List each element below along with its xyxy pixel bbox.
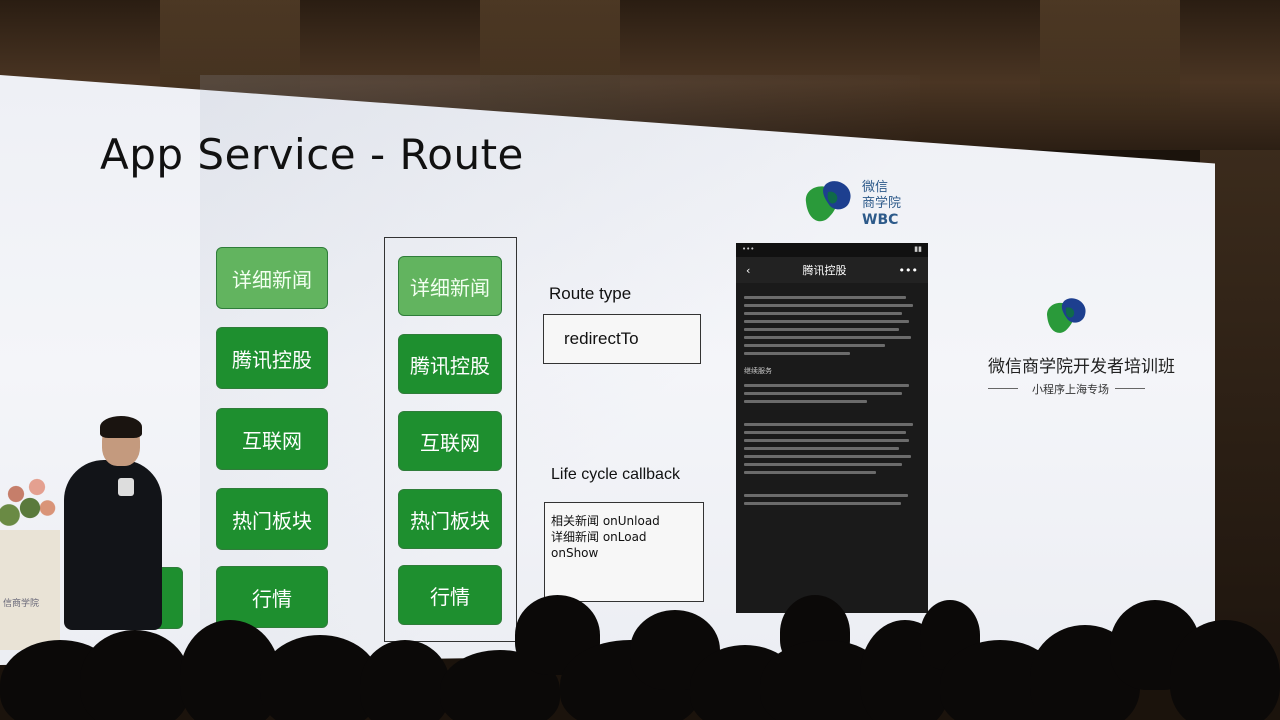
audience — [0, 595, 1280, 720]
route-type-box: redirectTo — [543, 314, 701, 364]
training-title: 微信商学院开发者培训班 — [988, 357, 1175, 377]
training-subtitle: 小程序上海专场 — [1032, 383, 1109, 396]
phone-nav-title: 腾讯控股 — [802, 264, 847, 277]
lifecycle-line: 相关新闻 onUnload — [551, 514, 660, 528]
stack-item-hot-sectors: 热门板块 — [398, 489, 502, 549]
wall-panel — [1040, 0, 1180, 120]
more-icon: ••• — [898, 263, 918, 277]
slide-title: App Service - Route — [100, 130, 524, 179]
left-item-hot-sectors: 热门板块 — [216, 488, 328, 550]
left-item-internet: 互联网 — [216, 408, 328, 470]
lifecycle-label: Life cycle callback — [551, 466, 680, 483]
training-logo-icon — [1047, 298, 1086, 333]
divider — [988, 388, 1018, 389]
logo-line-3: WBC — [862, 212, 899, 228]
left-item-tencent: 腾讯控股 — [216, 327, 328, 389]
divider — [1115, 388, 1145, 389]
speaker-hair — [100, 416, 142, 438]
phone-section-heading: 继续服务 — [744, 367, 772, 375]
route-type-label: Route type — [549, 284, 632, 303]
logo-line-1: 微信 — [862, 180, 889, 195]
flower-arrangement — [0, 466, 65, 536]
logo-line-2: 商学院 — [862, 196, 902, 211]
microphone-icon — [118, 478, 134, 496]
stack-item-detail-news: 详细新闻 — [398, 256, 502, 316]
wbc-logo-icon — [805, 181, 851, 222]
stack-item-tencent: 腾讯控股 — [398, 334, 502, 394]
lifecycle-line: 详细新闻 onLoad onShow — [551, 530, 647, 560]
lifecycle-box: 相关新闻 onUnload 详细新闻 onLoad onShow — [544, 502, 704, 602]
stack-item-internet: 互联网 — [398, 411, 502, 471]
wbc-logo-text: 微信 商学院 WBC — [862, 180, 901, 228]
left-item-detail-news: 详细新闻 — [216, 247, 328, 309]
phone-article-body: 继续服务 — [736, 283, 928, 518]
phone-nav-bar: ‹ 腾讯控股 ••• — [736, 257, 928, 283]
phone-screenshot: ••• ▮▮ ‹ 腾讯控股 ••• 继续服务 — [736, 243, 928, 613]
phone-status-bar: ••• ▮▮ — [736, 243, 928, 257]
back-chevron-icon: ‹ — [746, 263, 751, 277]
